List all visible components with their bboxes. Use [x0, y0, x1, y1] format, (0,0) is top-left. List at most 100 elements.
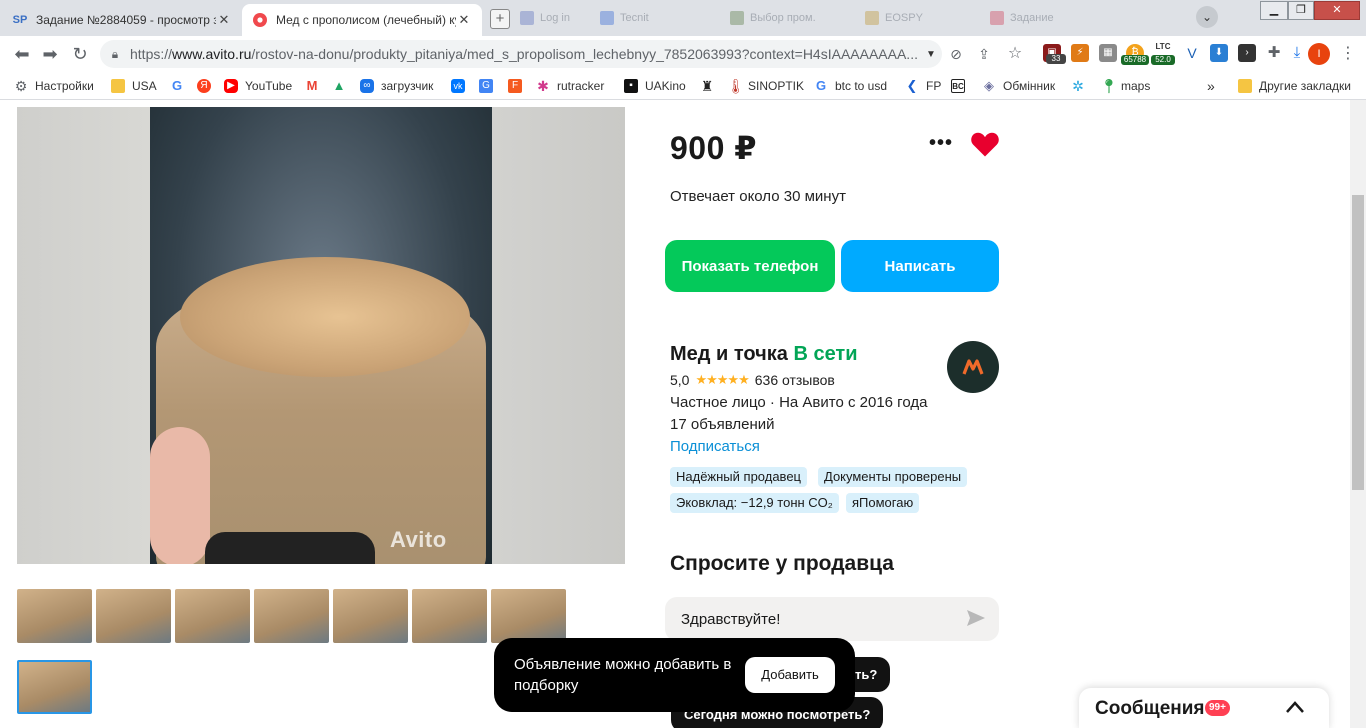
- seller-ads-count[interactable]: 17 объявлений: [670, 416, 775, 433]
- scrollbar-thumb[interactable]: [1352, 195, 1364, 490]
- tab-avito-active[interactable]: Мед с прополисом (лечебный) ку ✕: [242, 4, 482, 36]
- folder-icon: [111, 79, 125, 93]
- forward-arrow-icon[interactable]: ➡: [38, 42, 62, 66]
- photo-thumbnail[interactable]: [491, 589, 566, 643]
- photo-blur-right: [492, 107, 625, 564]
- reviews-link[interactable]: 636 отзывов: [755, 372, 835, 388]
- bookmark-btc[interactable]: Gbtc to usd: [814, 77, 887, 95]
- bookmark-rutracker[interactable]: ✱ rutracker: [536, 77, 604, 95]
- tab-task[interactable]: SP Задание №2884059 - просмотр за ✕: [2, 4, 242, 36]
- photo-thumbnail-selected[interactable]: [17, 660, 92, 714]
- bookmark-maps[interactable]: 📍︎ maps: [1100, 77, 1150, 95]
- page-scrollbar[interactable]: [1350, 100, 1366, 728]
- reload-icon[interactable]: ↻: [68, 42, 92, 66]
- url-dropdown-icon[interactable]: ▼: [920, 49, 942, 60]
- photo-thumbnail[interactable]: [412, 589, 487, 643]
- tab-title: Задание №2884059 - просмотр за: [36, 13, 216, 27]
- bookmark-downloader[interactable]: ∞ загрузчик: [360, 77, 433, 95]
- bookmarks-more[interactable]: »: [1207, 77, 1215, 95]
- extension-3-icon[interactable]: ▦: [1099, 44, 1117, 62]
- close-tab-icon[interactable]: ✕: [216, 12, 232, 28]
- write-message-button[interactable]: Написать: [841, 240, 999, 292]
- v-extension-icon[interactable]: V: [1183, 44, 1201, 62]
- close-window-button[interactable]: ✕: [1314, 1, 1360, 20]
- translate-icon: G: [479, 79, 493, 93]
- photo-thumbnail[interactable]: [17, 589, 92, 643]
- bookmark-yandex[interactable]: Я: [197, 77, 218, 95]
- seller-rating[interactable]: 5,0 ★★★★★ 636 отзывов: [670, 372, 835, 388]
- reply-time: Отвечает около 30 минут: [670, 188, 846, 205]
- photo-thumbnail[interactable]: [254, 589, 329, 643]
- message-input[interactable]: Здравствуйте!: [665, 597, 999, 641]
- badge-reliable-seller[interactable]: Надёжный продавец: [670, 467, 807, 487]
- subscribe-link[interactable]: Подписаться: [670, 438, 760, 455]
- messenger-label: Сообщения: [1095, 698, 1205, 719]
- maximize-button[interactable]: ❐: [1288, 1, 1314, 20]
- chess-icon: ♜: [700, 78, 714, 94]
- snowflake-icon: ✲: [1072, 78, 1084, 94]
- bookmark-star-icon[interactable]: ☆: [1003, 42, 1027, 66]
- other-bookmarks[interactable]: Другие закладки: [1238, 77, 1351, 95]
- map-pin-icon: 📍︎: [1100, 78, 1118, 94]
- show-phone-button[interactable]: Показать телефон: [665, 240, 835, 292]
- browser-menu-icon[interactable]: ⋮: [1340, 42, 1356, 66]
- main-photo[interactable]: Avito: [17, 107, 625, 564]
- avito-listing-page: Avito 900 ₽ ••• Отвечает около 30 минут …: [0, 100, 1350, 728]
- download-ext-icon[interactable]: ⬇: [1210, 44, 1228, 62]
- photo-thumbnail[interactable]: [96, 589, 171, 643]
- minimize-button[interactable]: ▁: [1260, 1, 1288, 20]
- profile-avatar[interactable]: I: [1308, 43, 1330, 65]
- bc-icon: BC: [951, 79, 965, 93]
- badge-docs-verified[interactable]: Документы проверены: [818, 467, 968, 487]
- bookmark-fp[interactable]: ❮ FP: [905, 77, 942, 95]
- seller-avatar[interactable]: [947, 341, 999, 393]
- bookmark-gmail[interactable]: M: [305, 77, 326, 95]
- ghost-tab: EOSPY: [865, 8, 923, 28]
- toast-add-button[interactable]: Добавить: [745, 657, 835, 693]
- chevron-up-icon[interactable]: [1285, 700, 1305, 714]
- bookmark-usa[interactable]: USA: [111, 77, 157, 95]
- share-icon[interactable]: ⇪: [972, 42, 996, 66]
- bookmark-youtube[interactable]: ▶ YouTube: [224, 77, 292, 95]
- price: 900 ₽: [670, 130, 758, 166]
- lock-icon[interactable]: 🔒︎: [100, 47, 130, 62]
- messenger-widget[interactable]: Сообщения 99+: [1079, 688, 1329, 728]
- puzzle-extensions-icon[interactable]: ✚: [1265, 44, 1283, 62]
- bookmark-vk[interactable]: vk: [451, 77, 472, 95]
- new-tab-button[interactable]: +: [490, 9, 510, 29]
- send-icon[interactable]: [966, 609, 988, 629]
- close-tab-icon[interactable]: ✕: [456, 12, 472, 28]
- bookmark-f[interactable]: F: [508, 77, 529, 95]
- more-options-button[interactable]: •••: [926, 133, 956, 154]
- bookmark-uakino[interactable]: ▪ UAKino: [624, 77, 686, 95]
- photo-thumbnail[interactable]: [333, 589, 408, 643]
- thermometer-icon: 🌡︎: [727, 78, 745, 94]
- url-input[interactable]: 🔒︎ https://www.avito.ru/rostov-na-donu/p…: [100, 40, 942, 68]
- back-arrow-icon[interactable]: ⬅: [10, 42, 34, 66]
- bookmark-sinoptik[interactable]: 🌡︎ SINOPTIK: [727, 77, 804, 95]
- photo-thumbnail[interactable]: [175, 589, 250, 643]
- favorite-heart-icon[interactable]: [970, 130, 1000, 160]
- bookmark-exchanger[interactable]: ◈ Обмінник: [982, 77, 1055, 95]
- bookmark-chess[interactable]: ♜: [700, 77, 721, 95]
- blocked-popup-icon[interactable]: ⊘: [944, 42, 968, 66]
- uakino-icon: ▪: [624, 79, 638, 93]
- url-text[interactable]: https://www.avito.ru/rostov-na-donu/prod…: [130, 46, 920, 62]
- badge-ya-pomogayu[interactable]: яПомогаю: [846, 493, 920, 513]
- extension-2-icon[interactable]: ⚡: [1071, 44, 1089, 62]
- bookmark-drive[interactable]: ▲: [332, 77, 353, 95]
- seller-name[interactable]: Мед и точка В сети: [670, 343, 858, 366]
- terminal-ext-icon[interactable]: ›: [1238, 44, 1256, 62]
- tab-search-chevron-icon[interactable]: ⌄: [1196, 6, 1218, 28]
- extension-1-badge: 33: [1046, 54, 1066, 64]
- downloads-icon[interactable]: ⤓: [1288, 44, 1306, 62]
- bookmark-settings[interactable]: ⚙ Настройки: [14, 77, 94, 95]
- bookmarks-bar: ⚙ Настройки USA G Я ▶ YouTube M ▲ ∞ загрузч…: [0, 72, 1366, 100]
- bookmark-google[interactable]: G: [170, 77, 191, 95]
- bookmark-translate[interactable]: G: [479, 77, 500, 95]
- badge-eco-contribution[interactable]: Эковклад: −12,9 тонн CO₂: [670, 493, 839, 513]
- folder-icon: [1238, 79, 1252, 93]
- vk-icon: vk: [451, 79, 465, 93]
- bookmark-bc[interactable]: BC: [951, 77, 972, 95]
- bookmark-weather[interactable]: ✲: [1071, 77, 1092, 95]
